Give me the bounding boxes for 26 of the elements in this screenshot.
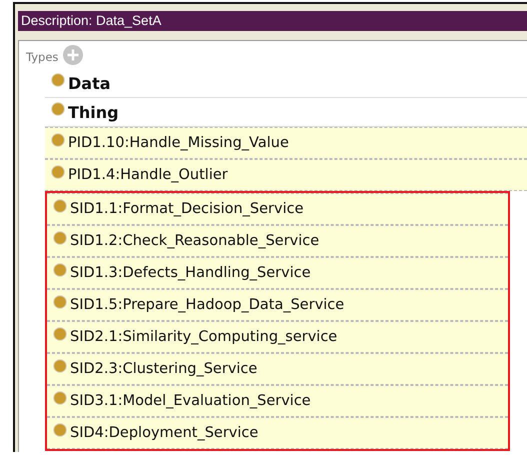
type-row[interactable]: PID1.4:Handle_Outlier (45, 159, 527, 191)
class-icon (53, 231, 67, 245)
class-icon (51, 133, 65, 147)
type-row[interactable]: SID1.3:Defects_Handling_Service (47, 257, 508, 289)
type-row[interactable]: SID3.1:Model_Evaluation_Service (47, 385, 508, 417)
class-icon (51, 73, 65, 87)
class-icon (53, 295, 67, 309)
section-label: Types (26, 49, 58, 64)
type-row[interactable]: SID2.1:Similarity_Computing_service (47, 321, 508, 353)
class-icon (53, 423, 67, 437)
type-row[interactable]: SID2.3:Clustering_Service (47, 353, 508, 385)
class-icon (53, 359, 67, 373)
class-icon (53, 199, 67, 213)
type-row[interactable]: SID1.2:Check_Reasonable_Service (47, 225, 508, 257)
type-row[interactable]: SID1.5:Prepare_Hadoop_Data_Service (47, 289, 508, 321)
class-icon (53, 327, 67, 341)
class-icon (53, 391, 67, 405)
add-icon[interactable] (63, 45, 84, 65)
class-icon (51, 102, 65, 116)
type-row[interactable]: PID1.10:Handle_Missing_Value (45, 127, 527, 159)
type-row[interactable]: SID4:Deployment_Service (47, 417, 508, 449)
type-row[interactable]: Data (45, 69, 527, 98)
class-icon (53, 263, 67, 277)
panel-title-bar: Description: Data_SetA (18, 11, 527, 31)
type-row[interactable]: SID1.1:Format_Decision_Service (47, 193, 508, 225)
class-icon (51, 165, 65, 179)
